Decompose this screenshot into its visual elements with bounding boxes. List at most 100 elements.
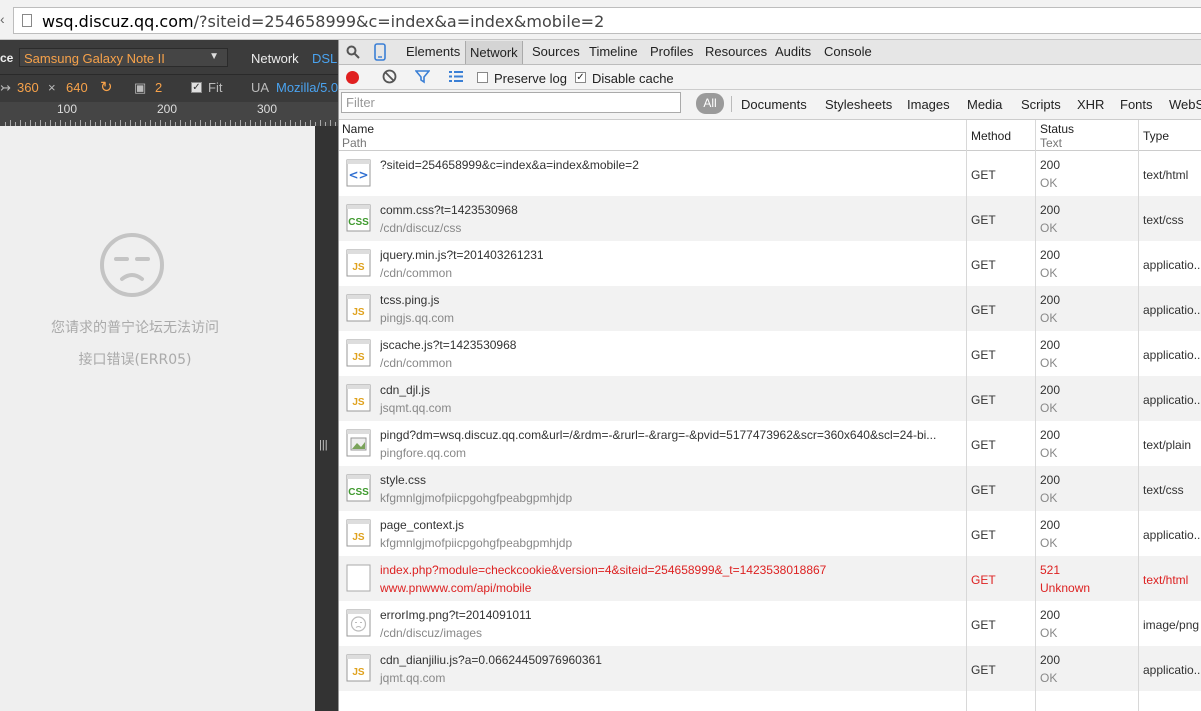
column-path[interactable]: Path (342, 136, 367, 150)
filter-scripts[interactable]: Scripts (1021, 97, 1061, 112)
js-file-icon: JS (346, 249, 371, 277)
request-status: 200 (1040, 518, 1061, 532)
column-text[interactable]: Text (1040, 136, 1062, 150)
request-type: text/css (1143, 483, 1184, 497)
drag-handle-icon[interactable]: ||| (319, 439, 328, 451)
inspect-search-icon[interactable] (346, 45, 360, 59)
column-type[interactable]: Type (1143, 129, 1169, 143)
table-row[interactable]: <> ?siteid=254658999&c=index&a=index&mobi… (339, 151, 1201, 196)
request-path: kfgmnlgjmofpiicpgohgfpeabgpmhjdp (380, 491, 573, 505)
width-input[interactable]: 360 (17, 80, 39, 95)
request-method: GET (971, 528, 996, 542)
request-type: applicatio... (1143, 528, 1201, 542)
column-name[interactable]: Name (342, 122, 374, 136)
request-status-text: OK (1040, 311, 1058, 325)
emulated-page: 您请求的普宁论坛无法访问 接口错误(ERR05) (0, 126, 315, 711)
column-method[interactable]: Method (971, 129, 1011, 143)
url-text[interactable]: wsq.discuz.qq.com/?siteid=254658999&c=in… (42, 12, 604, 31)
record-button[interactable] (346, 71, 359, 84)
preserve-log-checkbox[interactable] (477, 72, 488, 83)
tab-timeline[interactable]: Timeline (589, 44, 638, 59)
request-type: text/html (1143, 168, 1189, 182)
tab-profiles[interactable]: Profiles (650, 44, 693, 59)
column-divider (1138, 120, 1139, 711)
network-throttle-select[interactable]: DSL (312, 51, 337, 66)
table-row[interactable]: JS page_context.js kfgmnlgjmofpiicpgohgfpe… (339, 511, 1201, 556)
request-method: GET (971, 618, 996, 632)
table-row[interactable]: JS tcss.ping.js pingjs.qq.com GET 200 OK appli… (339, 286, 1201, 331)
request-name: errorImg.png?t=2014091011 (380, 608, 532, 622)
ua-input[interactable]: Mozilla/5.0 (276, 80, 338, 95)
panel-splitter[interactable]: ||| (315, 126, 338, 711)
device-mode-icon[interactable] (374, 43, 386, 61)
times-sign: × (48, 80, 56, 95)
back-arrow-icon[interactable]: ‹ (0, 11, 5, 27)
devtools-panel: Elements Network Sources Timeline Profil… (338, 40, 1201, 711)
column-divider (1035, 120, 1036, 711)
divider (731, 96, 732, 112)
url-field[interactable]: wsq.discuz.qq.com/?siteid=254658999&c=in… (13, 7, 1201, 34)
filter-images[interactable]: Images (907, 97, 950, 112)
tab-network[interactable]: Network (465, 41, 523, 64)
table-row[interactable]: pingd?dm=wsq.discuz.qq.com&url=/&rdm=-&r… (339, 421, 1201, 466)
preserve-log-label: Preserve log (494, 71, 567, 86)
request-name: jquery.min.js?t=201403261231 (380, 248, 544, 262)
request-status-text: OK (1040, 176, 1058, 190)
disable-cache-checkbox[interactable]: ✓ (575, 72, 586, 83)
filter-xhr[interactable]: XHR (1077, 97, 1104, 112)
device-pixel-ratio-input[interactable]: 2 (155, 80, 162, 95)
request-method: GET (971, 213, 996, 227)
device-name: Samsung Galaxy Note II (24, 51, 165, 66)
table-row[interactable]: CSS style.css kfgmnlgjmofpiicpgohgfpeabgpm… (339, 466, 1201, 511)
error-message: 您请求的普宁论坛无法访问 (51, 320, 219, 336)
filter-documents[interactable]: Documents (741, 97, 807, 112)
table-row[interactable]: CSS comm.css?t=1423530968/cdn/discuz/css G… (339, 196, 1201, 241)
request-status: 200 (1040, 653, 1061, 667)
request-method: GET (971, 483, 996, 497)
network-toolbar: Preserve log ✓ Disable cache (339, 65, 1201, 90)
svg-text:JS: JS (352, 307, 365, 318)
filter-all-button[interactable]: All (696, 93, 724, 114)
request-name: cdn_dianjiliu.js?a=0.06624450976960361 (380, 653, 602, 667)
filter-fonts[interactable]: Fonts (1120, 97, 1153, 112)
rotate-icon[interactable]: ↻ (100, 78, 113, 96)
request-name: index.php?module=checkcookie&version=4&s… (380, 563, 827, 577)
device-select[interactable]: Samsung Galaxy Note II ▼ (19, 48, 228, 67)
table-row[interactable]: JS cdn_dianjiliu.js?a=0.06624450976960361… (339, 646, 1201, 691)
filter-media[interactable]: Media (967, 97, 1002, 112)
request-status-text: OK (1040, 491, 1058, 505)
request-method: GET (971, 393, 996, 407)
request-path: jqmt.qq.com (380, 671, 446, 685)
swap-arrow-icon[interactable]: ↣ (0, 80, 11, 96)
request-type: image/png (1143, 618, 1200, 632)
request-status: 200 (1040, 203, 1061, 217)
clear-icon[interactable] (382, 69, 397, 84)
height-input[interactable]: 640 (66, 80, 88, 95)
column-status[interactable]: Status (1040, 122, 1074, 136)
filter-funnel-icon[interactable] (415, 69, 430, 84)
filter-input[interactable] (341, 92, 681, 113)
tab-elements[interactable]: Elements (406, 44, 460, 59)
fit-checkbox[interactable]: ✓ (191, 82, 202, 93)
request-method: GET (971, 258, 996, 272)
table-row[interactable]: JS jscache.js?t=1423530968/cdn/common GET 2… (339, 331, 1201, 376)
request-status: 200 (1040, 158, 1061, 172)
request-name: cdn_djl.js (380, 383, 431, 397)
table-row[interactable]: JS jquery.min.js?t=201403261231/cdn/commo… (339, 241, 1201, 286)
sad-face-icon (100, 233, 164, 297)
tab-console[interactable]: Console (824, 44, 872, 59)
filter-websockets[interactable]: WebS (1169, 97, 1201, 112)
table-row[interactable]: index.php?module=checkcookie&version=4&s… (339, 556, 1201, 601)
table-row[interactable]: JS cdn_djl.js jsqmt.qq.com GET 200 OK applicat… (339, 376, 1201, 421)
tab-resources[interactable]: Resources (705, 44, 767, 59)
request-status-text: OK (1040, 401, 1058, 415)
ua-label: UA (251, 80, 270, 95)
large-rows-icon[interactable] (448, 69, 464, 84)
table-row[interactable]: errorImg.png?t=2014091011/cdn/discuz/ima… (339, 601, 1201, 646)
request-status-text: OK (1040, 536, 1058, 550)
filter-stylesheets[interactable]: Stylesheets (825, 97, 892, 112)
tab-audits[interactable]: Audits (775, 44, 811, 59)
tab-sources[interactable]: Sources (532, 44, 580, 59)
ruler-label: 100 (57, 102, 78, 116)
url-host: wsq.discuz.qq.com (42, 12, 194, 31)
